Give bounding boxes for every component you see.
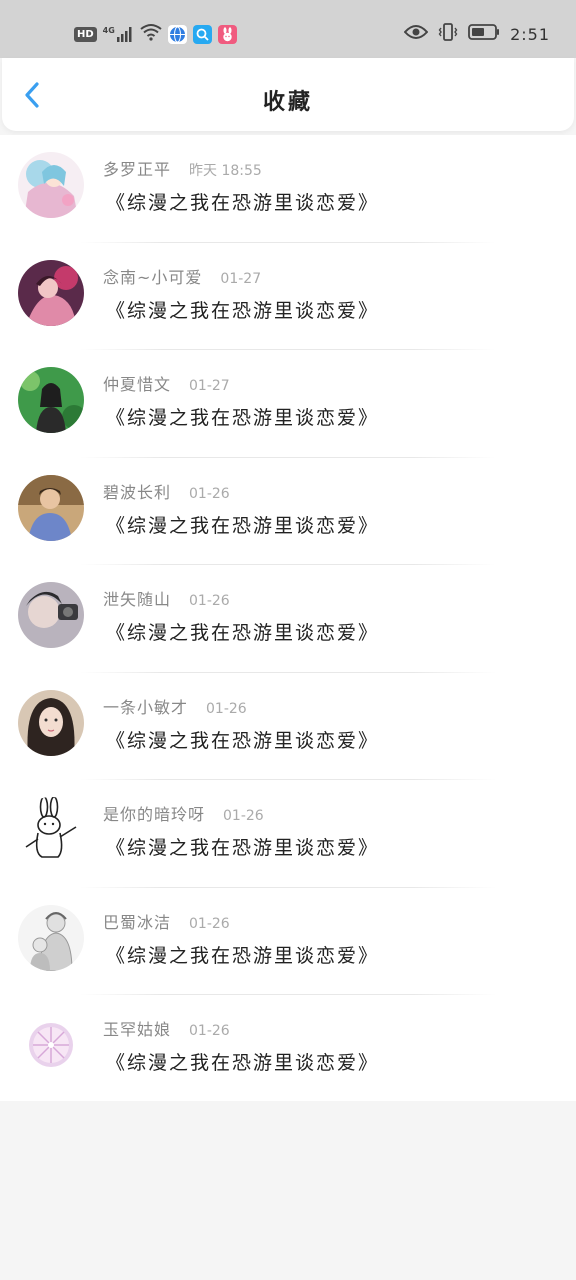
username: 玉罕姑娘 (103, 1020, 172, 1039)
username: 泄矢随山 (103, 590, 172, 609)
avatar[interactable] (18, 689, 84, 756)
timestamp: 昨天 18:55 (189, 163, 262, 179)
signal-icon: 4G (103, 26, 134, 42)
item-meta: 仲夏惜文 01-27 (103, 371, 230, 395)
vibrate-icon (438, 22, 458, 46)
book-title[interactable]: 《综漫之我在恐游里谈恋爱》 (106, 726, 379, 753)
username: 多罗正平 (103, 160, 172, 179)
avatar[interactable] (18, 474, 84, 541)
list-item[interactable]: 碧波长利 01-26 《综漫之我在恐游里谈恋爱》 (0, 458, 576, 565)
book-title[interactable]: 《综漫之我在恐游里谈恋爱》 (106, 188, 379, 215)
item-meta: 多罗正平 昨天 18:55 (103, 156, 262, 180)
clock: 2:51 (510, 24, 550, 44)
item-meta: 巴蜀冰洁 01-26 (103, 909, 230, 933)
page-header: 收藏 (2, 58, 574, 131)
avatar[interactable] (18, 582, 84, 648)
timestamp: 01-27 (220, 270, 262, 287)
avatar[interactable] (18, 152, 84, 218)
list-item[interactable]: 是你的暗玲呀 01-26 《综漫之我在恐游里谈恋爱》 (0, 780, 576, 888)
list-item[interactable]: 巴蜀冰洁 01-26 《综漫之我在恐游里谈恋爱》 (0, 888, 576, 995)
username: 念南~小可爱 (103, 267, 203, 287)
item-meta: 泄矢随山 01-26 (103, 586, 230, 610)
avatar[interactable] (18, 1012, 84, 1078)
wifi-icon (140, 23, 162, 45)
item-meta: 一条小敏才 01-26 (103, 694, 247, 718)
timestamp: 01-27 (189, 378, 230, 394)
avatar[interactable] (18, 797, 84, 863)
network-type: 4G (102, 26, 115, 35)
timestamp: 01-26 (189, 593, 230, 609)
list-item[interactable]: 念南~小可爱 01-27 《综漫之我在恐游里谈恋爱》 (0, 243, 576, 350)
item-meta: 是你的暗玲呀 01-26 (103, 801, 264, 825)
page-title: 收藏 (262, 90, 313, 115)
item-meta: 念南~小可爱 01-27 (103, 264, 261, 288)
book-title[interactable]: 《综漫之我在恐游里谈恋爱》 (106, 511, 379, 538)
list-item[interactable]: 一条小敏才 01-26 《综漫之我在恐游里谈恋爱》 (0, 673, 576, 780)
username: 仲夏惜文 (103, 375, 172, 394)
search-app-icon (192, 24, 212, 44)
book-title[interactable]: 《综漫之我在恐游里谈恋爱》 (106, 941, 379, 968)
timestamp: 01-26 (223, 808, 264, 824)
username: 是你的暗玲呀 (103, 805, 206, 824)
avatar[interactable] (18, 904, 84, 971)
list-item[interactable]: 玉罕姑娘 01-26 《综漫之我在恐游里谈恋爱》 (0, 995, 576, 1103)
avatar[interactable] (18, 259, 84, 326)
status-right: 2:51 (403, 22, 550, 46)
list-item[interactable]: 仲夏惜文 01-27 《综漫之我在恐游里谈恋爱》 (0, 350, 576, 458)
item-meta: 玉罕姑娘 01-26 (103, 1016, 230, 1040)
timestamp: 01-26 (206, 700, 247, 717)
timestamp: 01-26 (189, 915, 230, 932)
book-title[interactable]: 《综漫之我在恐游里谈恋爱》 (106, 833, 379, 860)
username: 碧波长利 (103, 482, 172, 502)
list-item[interactable]: 泄矢随山 01-26 《综漫之我在恐游里谈恋爱》 (0, 565, 576, 673)
avatar[interactable] (18, 367, 84, 433)
item-meta: 碧波长利 01-26 (103, 479, 230, 503)
book-title[interactable]: 《综漫之我在恐游里谈恋爱》 (106, 403, 379, 430)
hd-badge: HD (74, 26, 97, 42)
status-bar: HD 4G 2:51 (0, 0, 576, 58)
timestamp: 01-26 (189, 485, 230, 502)
book-title[interactable]: 《综漫之我在恐游里谈恋爱》 (106, 296, 379, 323)
list-item[interactable]: 多罗正平 昨天 18:55 《综漫之我在恐游里谈恋爱》 (0, 135, 576, 243)
rabbit-app-icon (217, 24, 237, 44)
status-left: HD 4G (74, 22, 237, 46)
book-title[interactable]: 《综漫之我在恐游里谈恋爱》 (106, 618, 379, 645)
book-title[interactable]: 《综漫之我在恐游里谈恋爱》 (106, 1048, 379, 1075)
browser-app-icon (167, 24, 187, 44)
eye-icon (403, 24, 429, 44)
battery-icon (468, 23, 500, 45)
favorites-list: 多罗正平 昨天 18:55 《综漫之我在恐游里谈恋爱》 念南~小可爱 01-27… (0, 135, 576, 1101)
username: 一条小敏才 (103, 697, 189, 717)
timestamp: 01-26 (189, 1023, 230, 1039)
username: 巴蜀冰洁 (103, 912, 172, 932)
